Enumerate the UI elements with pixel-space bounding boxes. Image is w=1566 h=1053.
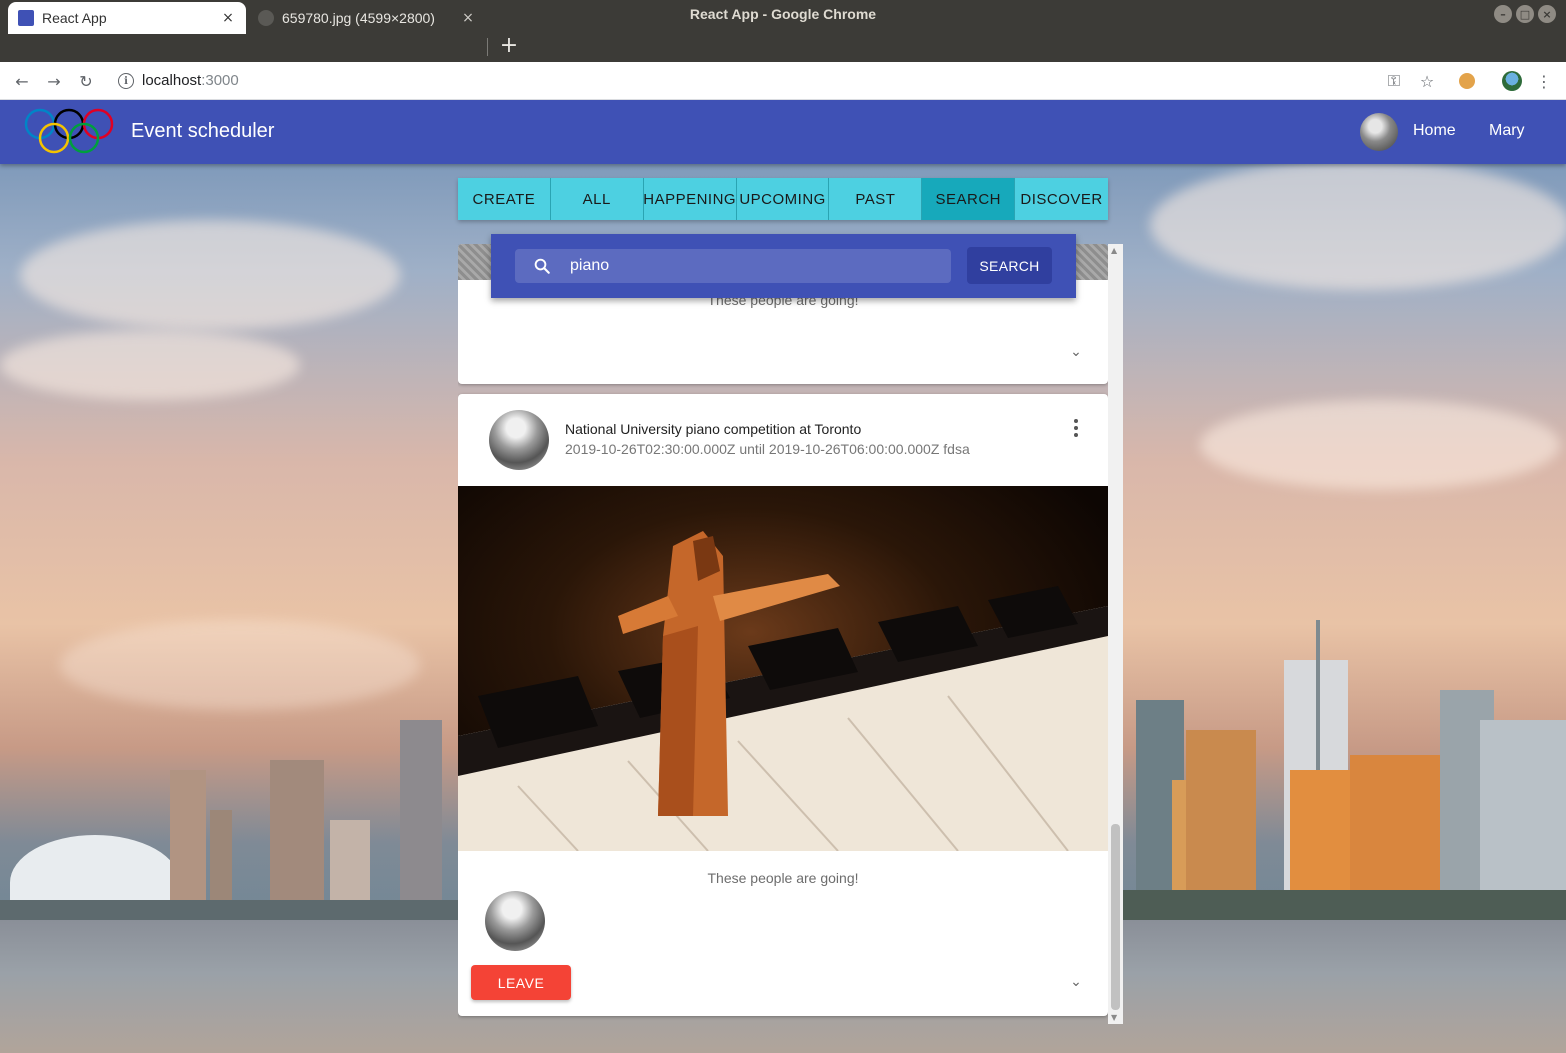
browser-toolbar: ← → ↻ i localhost:3000 ⚿ ☆ ⋮: [0, 62, 1566, 100]
tab-react-app[interactable]: React App ×: [8, 2, 246, 34]
event-time-range: 2019-10-26T02:30:00.000Z until 2019-10-2…: [565, 441, 970, 457]
event-host-avatar: [489, 410, 549, 470]
close-window-icon[interactable]: ×: [1538, 5, 1556, 23]
event-list[interactable]: These people are going! ⌄ National Unive…: [458, 244, 1123, 1024]
window-controls: – □ ×: [1494, 5, 1556, 23]
tab-search[interactable]: SEARCH: [922, 178, 1016, 220]
tab-close-icon[interactable]: ×: [220, 10, 236, 26]
attendee-avatar[interactable]: [485, 891, 545, 951]
tab-title: React App: [42, 10, 107, 26]
tab-title: 659780.jpg (4599×2800): [282, 10, 435, 26]
key-icon[interactable]: ⚿: [1384, 71, 1404, 91]
more-vert-icon[interactable]: [1064, 416, 1088, 440]
search-icon: [534, 258, 550, 274]
leave-button[interactable]: LEAVE: [471, 965, 571, 1000]
tab-all[interactable]: ALL: [550, 178, 644, 220]
search-panel: SEARCH: [491, 234, 1076, 298]
olympic-rings-logo[interactable]: [24, 108, 116, 154]
profile-icon[interactable]: [1502, 71, 1522, 91]
event-image: [458, 486, 1108, 851]
react-favicon-icon: [18, 10, 34, 26]
app-bar: Event scheduler Home Mary: [0, 100, 1566, 164]
event-title: National University piano competition at…: [565, 421, 862, 437]
tab-image[interactable]: 659780.jpg (4599×2800) ×: [248, 2, 486, 34]
tab-happening[interactable]: HAPPENING: [643, 178, 737, 220]
tab-upcoming[interactable]: UPCOMING: [736, 178, 830, 220]
globe-favicon-icon: [258, 10, 274, 26]
scrollbar-thumb[interactable]: [1111, 824, 1120, 1010]
url-port: :3000: [201, 72, 239, 89]
tab-close-icon[interactable]: ×: [460, 10, 476, 26]
scroll-down-icon[interactable]: ▼: [1111, 1013, 1117, 1022]
nav-user[interactable]: Mary: [1489, 122, 1525, 140]
tab-divider: [487, 38, 488, 56]
menu-icon[interactable]: ⋮: [1534, 71, 1554, 91]
app-title: Event scheduler: [131, 120, 275, 142]
tab-past[interactable]: PAST: [829, 178, 923, 220]
list-scrollbar[interactable]: ▲ ▼: [1108, 244, 1123, 1024]
page-viewport: Event scheduler Home Mary CREATE ALL HAP…: [0, 100, 1566, 1053]
chevron-down-icon[interactable]: ⌄: [1066, 342, 1086, 362]
reload-icon[interactable]: ↻: [76, 71, 96, 91]
back-icon[interactable]: ←: [12, 71, 32, 91]
tab-create[interactable]: CREATE: [458, 178, 551, 220]
star-icon[interactable]: ☆: [1417, 71, 1437, 91]
avatar[interactable]: [1360, 113, 1398, 151]
chevron-down-icon[interactable]: ⌄: [1066, 972, 1086, 992]
new-tab-icon[interactable]: +: [498, 32, 520, 58]
going-label: These people are going!: [707, 870, 859, 886]
info-icon[interactable]: i: [118, 73, 134, 89]
url-host: localhost: [142, 72, 202, 89]
address-bar[interactable]: localhost:3000: [142, 72, 239, 89]
forward-icon[interactable]: →: [44, 71, 64, 91]
event-filter-tabs: CREATE ALL HAPPENING UPCOMING PAST SEARC…: [458, 178, 1108, 220]
city-skyline-right: [1120, 510, 1566, 930]
search-field[interactable]: [515, 249, 951, 283]
search-button[interactable]: SEARCH: [967, 247, 1052, 284]
maximize-icon[interactable]: □: [1516, 5, 1534, 23]
nav-home[interactable]: Home: [1413, 122, 1456, 140]
piano-origami-illustration: [458, 531, 1108, 851]
search-input[interactable]: [570, 249, 940, 283]
minimize-icon[interactable]: –: [1494, 5, 1512, 23]
event-card: National University piano competition at…: [458, 394, 1108, 1016]
cookie-icon[interactable]: [1459, 73, 1475, 89]
scroll-up-icon[interactable]: ▲: [1111, 246, 1117, 255]
city-skyline-left: [0, 700, 460, 930]
window-title: React App - Google Chrome: [689, 6, 877, 22]
tab-discover[interactable]: DISCOVER: [1015, 178, 1108, 220]
